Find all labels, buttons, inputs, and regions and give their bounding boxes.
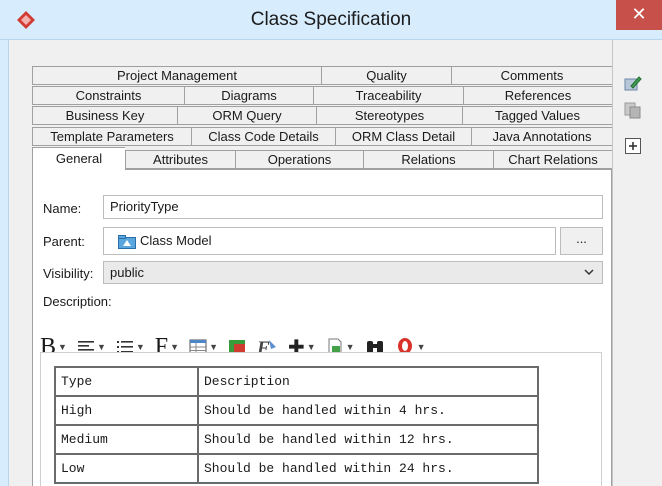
table-cell[interactable]: Medium [54, 424, 199, 455]
edit-icon[interactable] [623, 73, 643, 93]
expand-icon[interactable] [623, 136, 643, 156]
dropdown-arrow-icon: ▼ [58, 342, 67, 352]
table-cell[interactable]: High [54, 395, 199, 426]
parent-label: Parent: [43, 234, 85, 249]
tab-tagged-values[interactable]: Tagged Values [462, 106, 613, 125]
close-button[interactable]: ✕ [616, 0, 662, 30]
table-cell[interactable]: Should be handled within 24 hrs. [197, 453, 539, 484]
close-icon: ✕ [631, 4, 647, 24]
tab-row-2: Constraints Diagrams Traceability Refere… [32, 86, 613, 105]
window-titlebar: Class Specification ✕ [0, 0, 662, 40]
class-model-icon [118, 234, 136, 249]
tab-row-5: General Attributes Operations Relations … [32, 147, 613, 170]
tab-references[interactable]: References [463, 86, 613, 105]
name-label: Name: [43, 201, 82, 216]
tab-comments[interactable]: Comments [451, 66, 613, 85]
tab-chart-relations[interactable]: Chart Relations [493, 150, 613, 169]
table-cell[interactable]: Should be handled within 12 hrs. [197, 424, 539, 455]
visibility-value: public [110, 265, 144, 280]
panel-divider [612, 40, 613, 486]
tab-attributes[interactable]: Attributes [125, 150, 235, 169]
description-table: Type Description High Should be handled … [54, 366, 539, 484]
visibility-label: Visibility: [43, 266, 94, 281]
tab-row-1: Project Management Quality Comments [32, 66, 613, 85]
table-cell[interactable]: Low [54, 453, 199, 484]
tab-orm-class-detail[interactable]: ORM Class Detail [335, 127, 471, 146]
tab-orm-query[interactable]: ORM Query [177, 106, 316, 125]
table-row: Medium Should be handled within 12 hrs. [54, 424, 539, 455]
tab-operations[interactable]: Operations [235, 150, 363, 169]
table-cell[interactable]: Description [197, 366, 539, 397]
tab-java-annotations[interactable]: Java Annotations [471, 127, 613, 146]
window-title: Class Specification [250, 9, 412, 30]
tab-general[interactable]: General [32, 147, 125, 170]
tab-stereotypes[interactable]: Stereotypes [316, 106, 462, 125]
tab-row-4: Template Parameters Class Code Details O… [32, 127, 613, 146]
tab-project-management[interactable]: Project Management [32, 66, 321, 85]
dropdown-arrow-icon: ▼ [416, 342, 426, 352]
dropdown-arrow-icon: ▼ [135, 342, 145, 352]
tab-template-parameters[interactable]: Template Parameters [32, 127, 191, 146]
tab-relations[interactable]: Relations [363, 150, 493, 169]
tab-quality[interactable]: Quality [321, 66, 451, 85]
table-row: High Should be handled within 4 hrs. [54, 395, 539, 426]
table-cell[interactable]: Type [54, 366, 199, 397]
chevron-down-icon [584, 262, 594, 291]
dropdown-arrow-icon: ▼ [306, 342, 316, 352]
tab-class-code-details[interactable]: Class Code Details [191, 127, 335, 146]
dropdown-arrow-icon: ▼ [96, 342, 106, 352]
tab-row-3: Business Key ORM Query Stereotypes Tagge… [32, 106, 613, 125]
name-input[interactable]: PriorityType [103, 195, 603, 219]
table-row: Type Description [54, 366, 539, 397]
parent-field[interactable]: Class Model [103, 227, 556, 255]
dropdown-arrow-icon: ▼ [170, 342, 180, 352]
dropdown-arrow-icon: ▼ [209, 342, 218, 352]
tab-constraints[interactable]: Constraints [32, 86, 184, 105]
description-label: Description: [43, 294, 112, 309]
table-cell[interactable]: Should be handled within 4 hrs. [197, 395, 539, 426]
browse-parent-button[interactable]: ... [560, 227, 603, 255]
tab-traceability[interactable]: Traceability [313, 86, 463, 105]
tab-business-key[interactable]: Business Key [32, 106, 177, 125]
tab-diagrams[interactable]: Diagrams [184, 86, 313, 105]
dropdown-arrow-icon: ▼ [345, 342, 355, 352]
parent-value: Class Model [140, 233, 212, 248]
table-row: Low Should be handled within 24 hrs. [54, 453, 539, 484]
window-frame-left [0, 40, 9, 486]
visibility-select[interactable]: public [103, 261, 603, 284]
duplicate-icon[interactable] [623, 100, 643, 120]
